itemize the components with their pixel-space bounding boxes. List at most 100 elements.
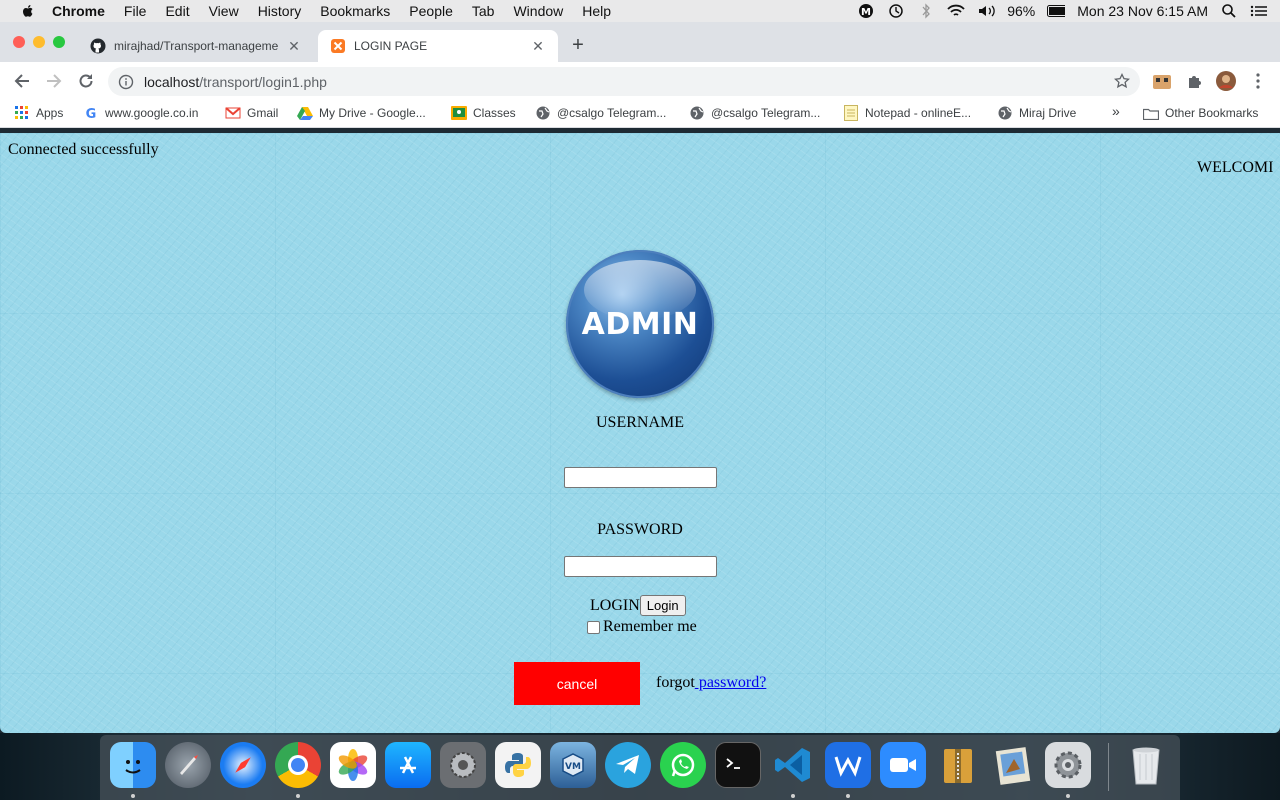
running-indicator [1066,794,1070,798]
tab-login-page[interactable]: LOGIN PAGE ✕ [318,30,558,62]
bookmarks-overflow-button[interactable]: » [1112,103,1120,119]
bookmark-apps[interactable]: Apps [14,105,63,121]
photos-icon[interactable] [330,742,376,788]
remember-me: Remember me [587,618,697,636]
close-window-button[interactable] [13,36,25,48]
close-tab-icon[interactable]: ✕ [286,38,302,55]
chrome-icon[interactable] [275,742,321,788]
bookmark-notepad[interactable]: Notepad - onlineE... [843,105,971,121]
battery-percent[interactable]: 96% [1007,3,1035,19]
menu-help[interactable]: Help [582,3,611,19]
bookmark-label: @csalgo Telegram... [711,106,821,120]
system-preferences-icon[interactable] [440,742,486,788]
running-indicator [846,794,850,798]
python-icon[interactable] [495,742,541,788]
bookmark-label: Other Bookmarks [1165,106,1259,120]
login-label: LOGIN [590,596,640,614]
tab-title: LOGIN PAGE [354,39,428,53]
bookmark-star-icon[interactable] [1114,73,1130,89]
preview-icon[interactable] [990,742,1036,788]
app-store-icon[interactable] [385,742,431,788]
bookmark-google[interactable]: G www.google.co.in [83,105,199,121]
bookmark-label: Apps [36,106,64,120]
tab-strip: mirajhad/Transport-manageme ✕ LOGIN PAGE… [0,22,1280,62]
clock[interactable]: Mon 23 Nov 6:15 AM [1077,3,1208,19]
whatsapp-icon[interactable] [660,742,706,788]
browser-toolbar: localhost/transport/login1.php [0,62,1280,100]
new-tab-button[interactable]: + [568,34,588,57]
forgot-password-link[interactable]: password? [695,674,767,691]
menu-bar: Chrome File Edit View History Bookmarks … [0,0,1280,22]
address-bar[interactable]: localhost/transport/login1.php [108,67,1140,96]
github-icon [90,38,106,54]
bookmark-miraj-drive[interactable]: Miraj Drive [997,105,1076,121]
bookmark-label: Miraj Drive [1019,106,1077,120]
menu-history[interactable]: History [258,3,302,19]
username-input[interactable] [564,467,717,488]
bookmark-telegram-1[interactable]: @csalgo Telegram... [535,105,666,121]
apps-grid-icon [14,105,30,121]
classroom-icon [451,105,467,121]
virtualbox-icon[interactable]: VM [550,742,596,788]
forward-button[interactable] [43,70,65,92]
volume-icon[interactable] [977,3,995,19]
notification-center-icon[interactable] [1250,3,1268,19]
info-icon[interactable] [118,74,134,90]
time-machine-icon[interactable] [887,3,905,19]
launchpad-icon[interactable] [165,742,211,788]
menu-bookmarks[interactable]: Bookmarks [320,3,390,19]
maximize-window-button[interactable] [53,36,65,48]
bookmark-my-drive[interactable]: My Drive - Google... [297,105,426,121]
trash-icon[interactable] [1123,742,1169,788]
cancel-button[interactable]: cancel [514,662,640,705]
bookmark-telegram-2[interactable]: @csalgo Telegram... [689,105,820,121]
vscode-icon[interactable] [770,742,816,788]
xampp-icon [331,39,345,53]
apple-icon[interactable] [20,3,36,19]
writer-icon[interactable] [825,742,871,788]
zoom-icon[interactable] [880,742,926,788]
svg-text:M: M [861,7,871,18]
bookmark-gmail[interactable]: Gmail [225,105,278,121]
archive-utility-icon[interactable] [935,742,981,788]
svg-text:VM: VM [565,762,581,772]
close-tab-icon[interactable]: ✕ [530,38,546,55]
login-button[interactable]: Login [639,595,686,616]
safari-icon[interactable] [220,742,266,788]
finder-icon[interactable] [110,742,156,788]
extension-icon[interactable] [1151,70,1173,92]
password-label: PASSWORD [597,521,683,538]
bluetooth-icon[interactable] [917,3,935,19]
menu-edit[interactable]: Edit [165,3,189,19]
m-status-icon[interactable]: M [857,3,875,19]
extensions-puzzle-icon[interactable] [1183,70,1205,92]
remember-me-checkbox[interactable] [587,620,600,634]
menu-window[interactable]: Window [513,3,563,19]
battery-icon[interactable] [1047,3,1066,19]
minimize-window-button[interactable] [33,36,45,48]
bookmark-other[interactable]: Other Bookmarks [1143,105,1258,121]
settings-gear-icon[interactable] [1045,742,1091,788]
admin-logo-text: ADMIN [581,306,699,342]
dock: VM [100,735,1180,800]
telegram-icon[interactable] [605,742,651,788]
password-input[interactable] [564,556,717,577]
wifi-icon[interactable] [947,3,965,19]
menu-file[interactable]: File [124,3,147,19]
profile-avatar[interactable] [1215,70,1237,92]
back-button[interactable] [11,70,33,92]
reload-button[interactable] [75,70,97,92]
running-indicator [791,794,795,798]
menu-tab[interactable]: Tab [472,3,495,19]
chrome-menu-icon[interactable] [1247,70,1269,92]
spotlight-search-icon[interactable] [1220,3,1238,19]
url-host: localhost [144,73,200,90]
tab-github[interactable]: mirajhad/Transport-manageme ✕ [78,30,314,62]
menu-people[interactable]: People [409,3,453,19]
terminal-icon[interactable] [715,742,761,788]
bookmark-classes[interactable]: Classes [451,105,516,121]
welcome-marquee: WELCOMI [1197,159,1274,176]
folder-icon [1143,105,1159,121]
menu-view[interactable]: View [209,3,239,19]
menu-app-name[interactable]: Chrome [52,3,105,19]
